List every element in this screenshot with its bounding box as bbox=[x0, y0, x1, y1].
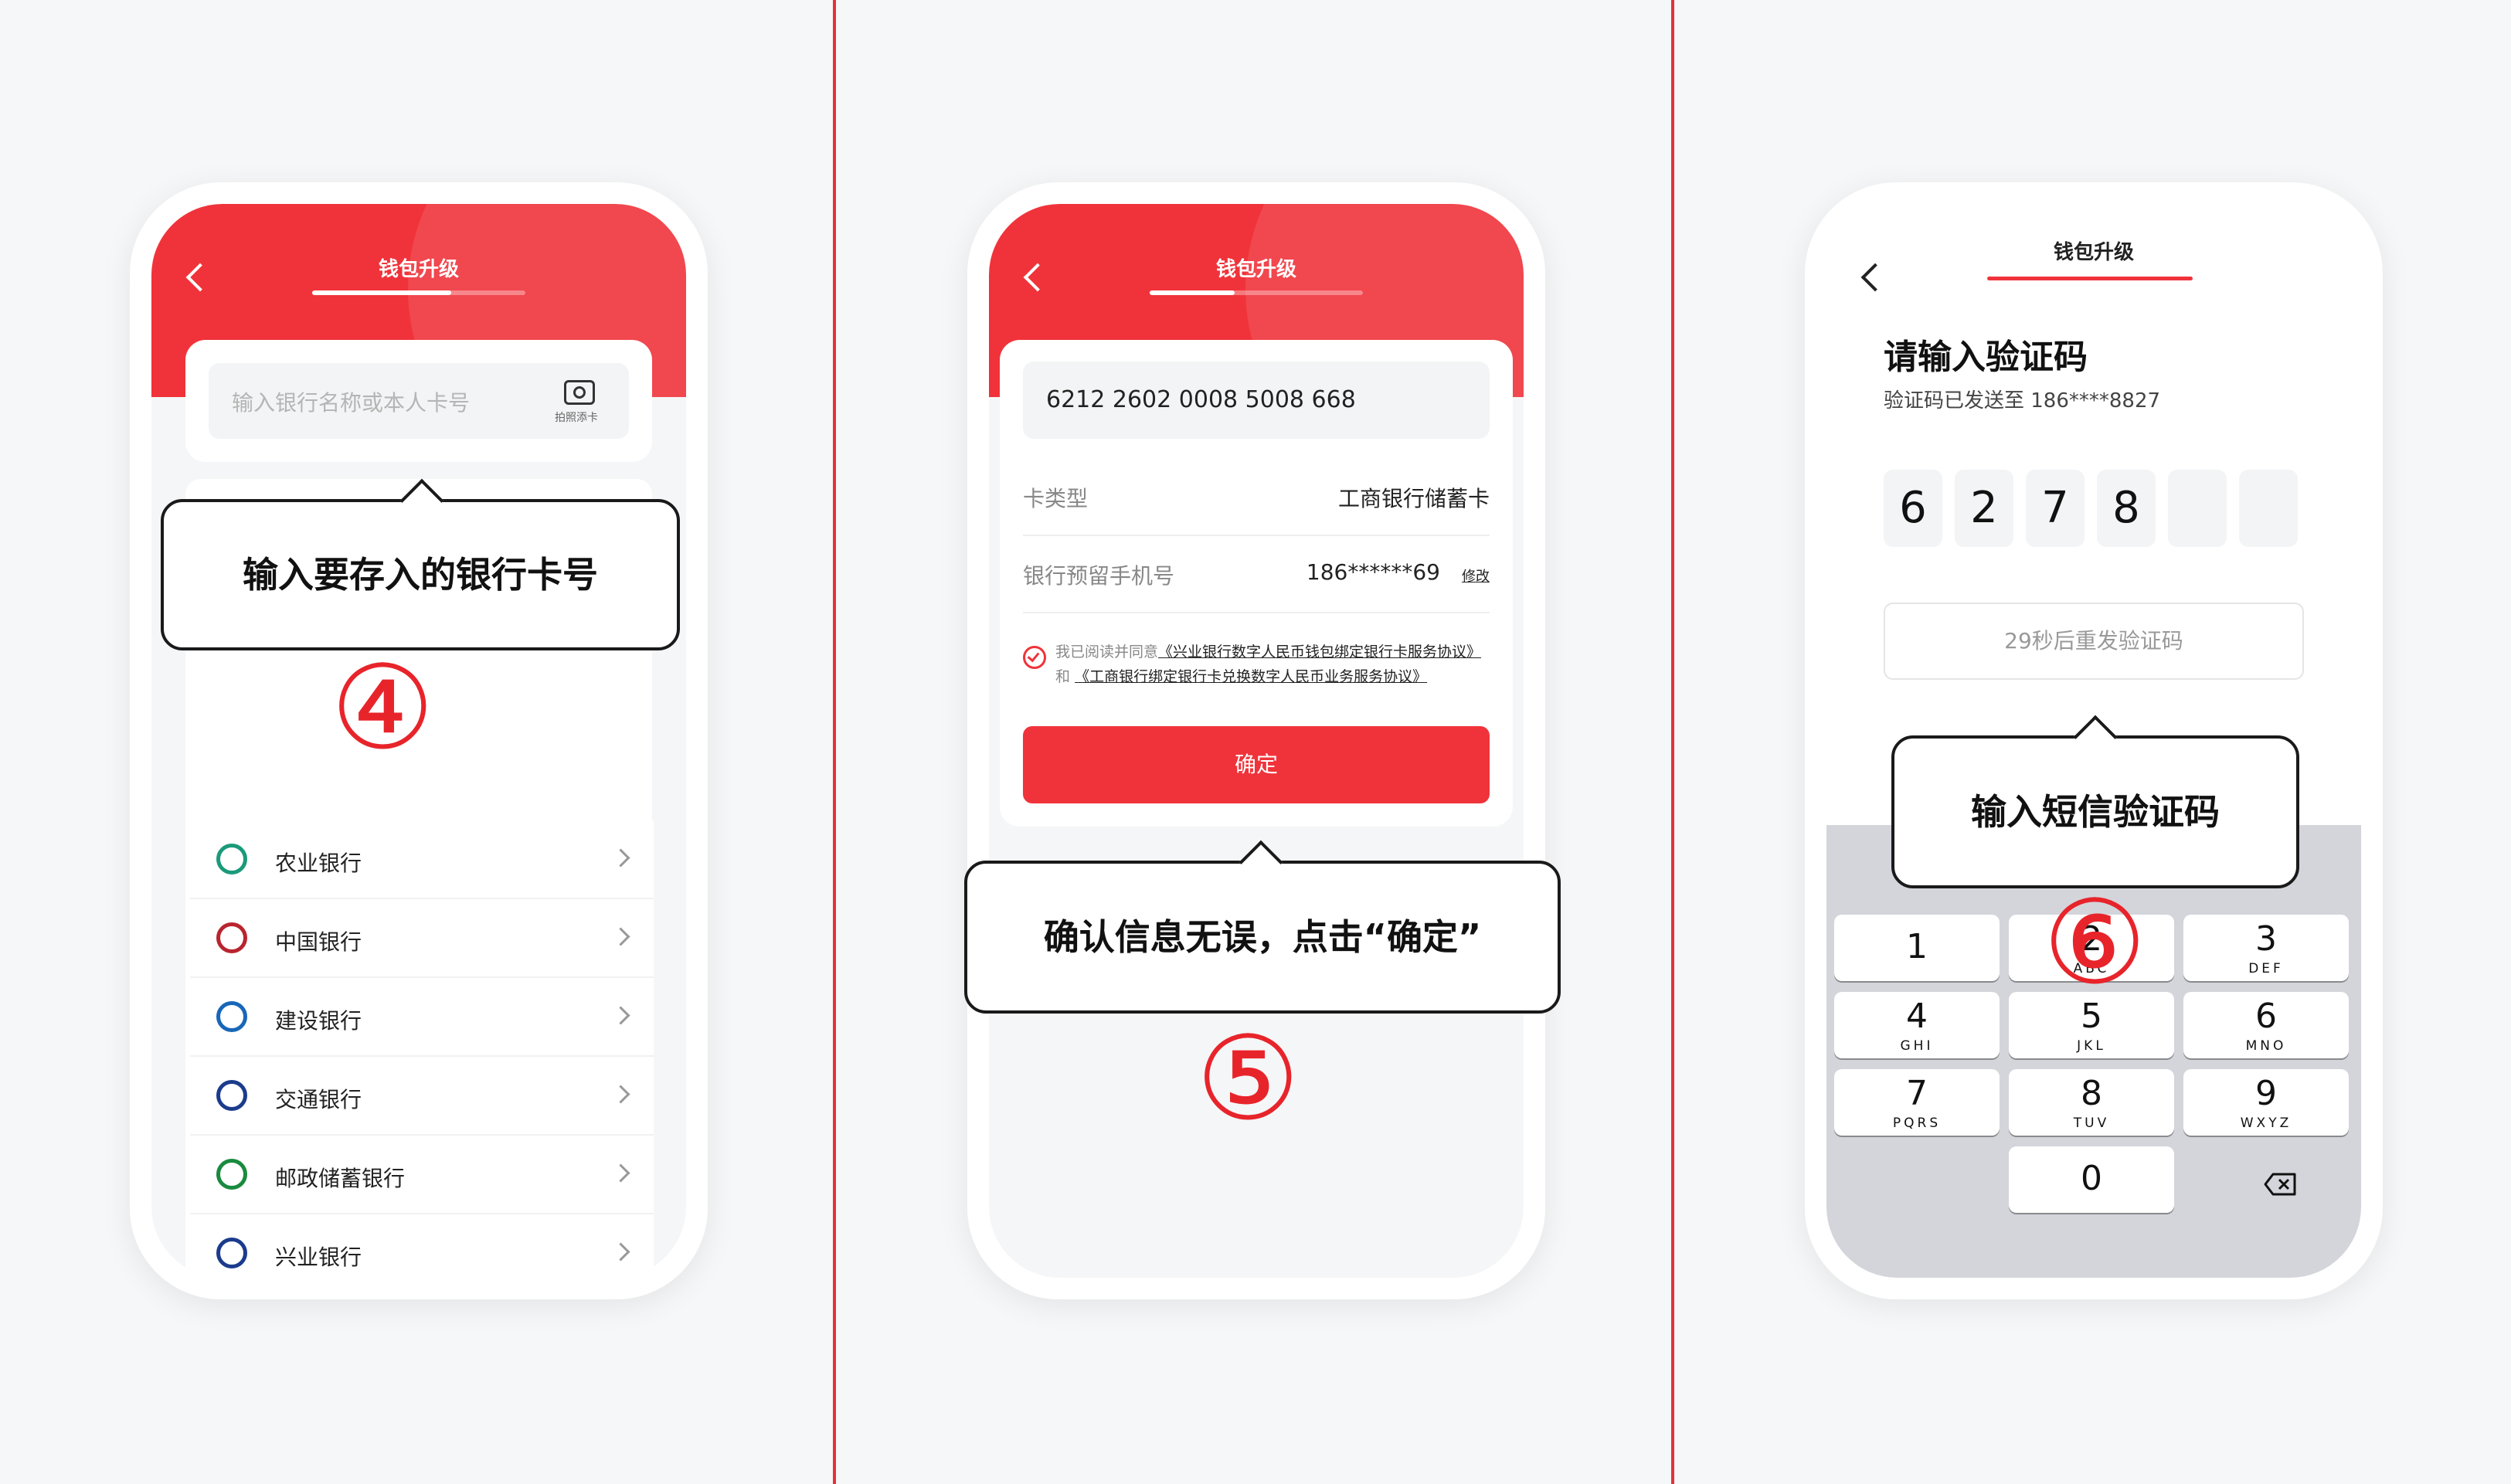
bank-name: 建设银行 bbox=[275, 1008, 362, 1034]
page-title: 钱包升级 bbox=[2053, 241, 2134, 264]
key-digit: 8 bbox=[2081, 1074, 2102, 1113]
key-letters: DEF bbox=[2248, 961, 2284, 976]
callout-text: 输入要存入的银行卡号 bbox=[243, 554, 598, 596]
key-letters: MNO bbox=[2245, 1038, 2287, 1054]
bank-list-item[interactable]: 建设银行 bbox=[190, 978, 654, 1057]
key-digit: 3 bbox=[2255, 919, 2277, 959]
confirm-card: 6212 2602 0008 5008 668 卡类型 工商银行储蓄卡 银行预留… bbox=[1000, 340, 1513, 827]
verify-heading: 请输入验证码 bbox=[1884, 338, 2088, 377]
search-input[interactable]: 输入银行名称或本人卡号 拍照添卡 bbox=[209, 363, 629, 439]
bank-name: 交通银行 bbox=[275, 1087, 362, 1112]
cib-logo-icon bbox=[216, 1238, 247, 1268]
key-3[interactable]: 3 DEF bbox=[2183, 915, 2349, 981]
chevron-right-icon bbox=[611, 1242, 630, 1262]
boc-logo-icon bbox=[216, 922, 247, 953]
key-4[interactable]: 4 GHI bbox=[1834, 992, 2000, 1058]
code-digit-box[interactable] bbox=[2239, 470, 2298, 547]
code-sent-text: 验证码已发送至 186****8827 bbox=[1884, 389, 2161, 413]
progress-fill bbox=[312, 290, 451, 295]
key-letters: WXYZ bbox=[2240, 1116, 2292, 1131]
instruction-callout-2: 确认信息无误，点击“确定” bbox=[964, 840, 1561, 1014]
bank-name: 邮政储蓄银行 bbox=[275, 1166, 406, 1191]
panel-divider-right bbox=[1671, 0, 1674, 1484]
confirm-button[interactable]: 确定 bbox=[1023, 726, 1490, 803]
chevron-right-icon bbox=[611, 848, 630, 868]
key-letters: TUV bbox=[2073, 1116, 2110, 1131]
key-digit: 1 bbox=[1906, 927, 1928, 966]
ccb-logo-icon bbox=[216, 1001, 247, 1032]
chevron-right-icon bbox=[611, 1163, 630, 1183]
code-digit-box[interactable]: 6 bbox=[1884, 470, 1942, 547]
key-digit: 6 bbox=[2255, 997, 2277, 1036]
card-number-value: 6212 2602 0008 5008 668 bbox=[1046, 386, 1356, 413]
abc-logo-icon bbox=[216, 844, 247, 874]
camera-icon[interactable] bbox=[564, 380, 595, 405]
divider-line bbox=[1023, 535, 1490, 536]
key-7[interactable]: 7 PQRS bbox=[1834, 1069, 2000, 1136]
agree-and: 和 bbox=[1055, 668, 1071, 685]
agree-checkbox[interactable] bbox=[1023, 646, 1046, 669]
code-digit-box[interactable] bbox=[2168, 470, 2227, 547]
backspace-key[interactable] bbox=[2264, 1173, 2296, 1196]
step-number-6: ⑥ bbox=[2043, 876, 2147, 1010]
key-digit: 4 bbox=[1906, 997, 1928, 1036]
page-title: 钱包升级 bbox=[1215, 258, 1296, 281]
camera-label[interactable]: 拍照添卡 bbox=[555, 409, 598, 425]
code-digit-box[interactable]: 8 bbox=[2097, 470, 2156, 547]
agree-prefix: 我已阅读并同意 bbox=[1055, 644, 1159, 660]
search-card: 输入银行名称或本人卡号 拍照添卡 bbox=[185, 340, 652, 462]
search-placeholder: 输入银行名称或本人卡号 bbox=[232, 390, 471, 416]
card-type-label: 卡类型 bbox=[1023, 486, 1089, 511]
bank-name: 兴业银行 bbox=[275, 1245, 362, 1270]
title-underline bbox=[1987, 277, 2193, 280]
chevron-right-icon bbox=[611, 927, 630, 946]
callout-text: 确认信息无误，点击“确定” bbox=[1043, 916, 1482, 958]
edit-phone-link[interactable]: 修改 bbox=[1462, 565, 1490, 586]
bank-list-item[interactable]: 中国银行 bbox=[190, 899, 654, 978]
bank-name: 农业银行 bbox=[275, 851, 362, 876]
bank-name: 中国银行 bbox=[275, 929, 362, 955]
backspace-icon bbox=[2264, 1173, 2296, 1196]
key-letters: JKL bbox=[2077, 1038, 2106, 1054]
bank-list-item[interactable]: 农业银行 bbox=[190, 820, 654, 899]
phone-label: 银行预留手机号 bbox=[1023, 563, 1175, 589]
callout-text: 输入短信验证码 bbox=[1971, 791, 2220, 833]
chevron-right-icon bbox=[611, 1085, 630, 1104]
key-0[interactable]: 0 bbox=[2009, 1146, 2174, 1213]
card-type-value: 工商银行储蓄卡 bbox=[1337, 486, 1490, 511]
step-number-5: ⑤ bbox=[1196, 1012, 1300, 1146]
key-1[interactable]: 1 bbox=[1834, 915, 2000, 981]
instruction-callout-1: 输入要存入的银行卡号 bbox=[161, 478, 680, 650]
resend-code-button[interactable]: 29秒后重发验证码 bbox=[1884, 603, 2304, 680]
step-number-4: ④ bbox=[331, 641, 435, 776]
instruction-callout-3: 输入短信验证码 bbox=[1891, 715, 2299, 888]
code-digit-box[interactable]: 7 bbox=[2026, 470, 2085, 547]
panel-divider-left bbox=[833, 0, 836, 1484]
card-number-field[interactable]: 6212 2602 0008 5008 668 bbox=[1023, 362, 1490, 439]
key-letters: PQRS bbox=[1892, 1116, 1942, 1131]
key-letters: GHI bbox=[1900, 1038, 1934, 1054]
page-title: 钱包升级 bbox=[378, 258, 459, 281]
phone-value: 186******69 bbox=[1306, 559, 1440, 585]
bank-list-item[interactable]: 邮政储蓄银行 bbox=[190, 1136, 654, 1214]
chevron-right-icon bbox=[611, 1006, 630, 1025]
divider-line bbox=[1023, 612, 1490, 613]
bank-list: 农业银行中国银行建设银行交通银行邮政储蓄银行兴业银行招商银行微众银行 bbox=[190, 820, 654, 1278]
key-9[interactable]: 9 WXYZ bbox=[2183, 1069, 2349, 1136]
code-digit-box[interactable]: 2 bbox=[1955, 470, 2013, 547]
progress-fill bbox=[1150, 290, 1235, 295]
psbc-logo-icon bbox=[216, 1159, 247, 1190]
key-8[interactable]: 8 TUV bbox=[2009, 1069, 2174, 1136]
agreement-link-1[interactable]: 《兴业银行数字人民币钱包绑定银行卡服务协议》 bbox=[1158, 644, 1481, 660]
key-digit: 0 bbox=[2081, 1159, 2102, 1198]
back-chevron-icon[interactable] bbox=[1860, 263, 1890, 292]
key-digit: 7 bbox=[1906, 1074, 1928, 1113]
bank-list-item[interactable]: 交通银行 bbox=[190, 1057, 654, 1136]
bank-list-item[interactable]: 兴业银行 bbox=[190, 1214, 654, 1278]
key-6[interactable]: 6 MNO bbox=[2183, 992, 2349, 1058]
key-digit: 9 bbox=[2255, 1074, 2277, 1113]
agreement-link-2[interactable]: 《工商银行绑定银行卡兑换数字人民币业务服务协议》 bbox=[1075, 668, 1427, 685]
agreement-text: 我已阅读并同意《兴业银行数字人民币钱包绑定银行卡服务协议》 和 《工商银行绑定银… bbox=[1055, 640, 1493, 689]
bocom-logo-icon bbox=[216, 1080, 247, 1111]
